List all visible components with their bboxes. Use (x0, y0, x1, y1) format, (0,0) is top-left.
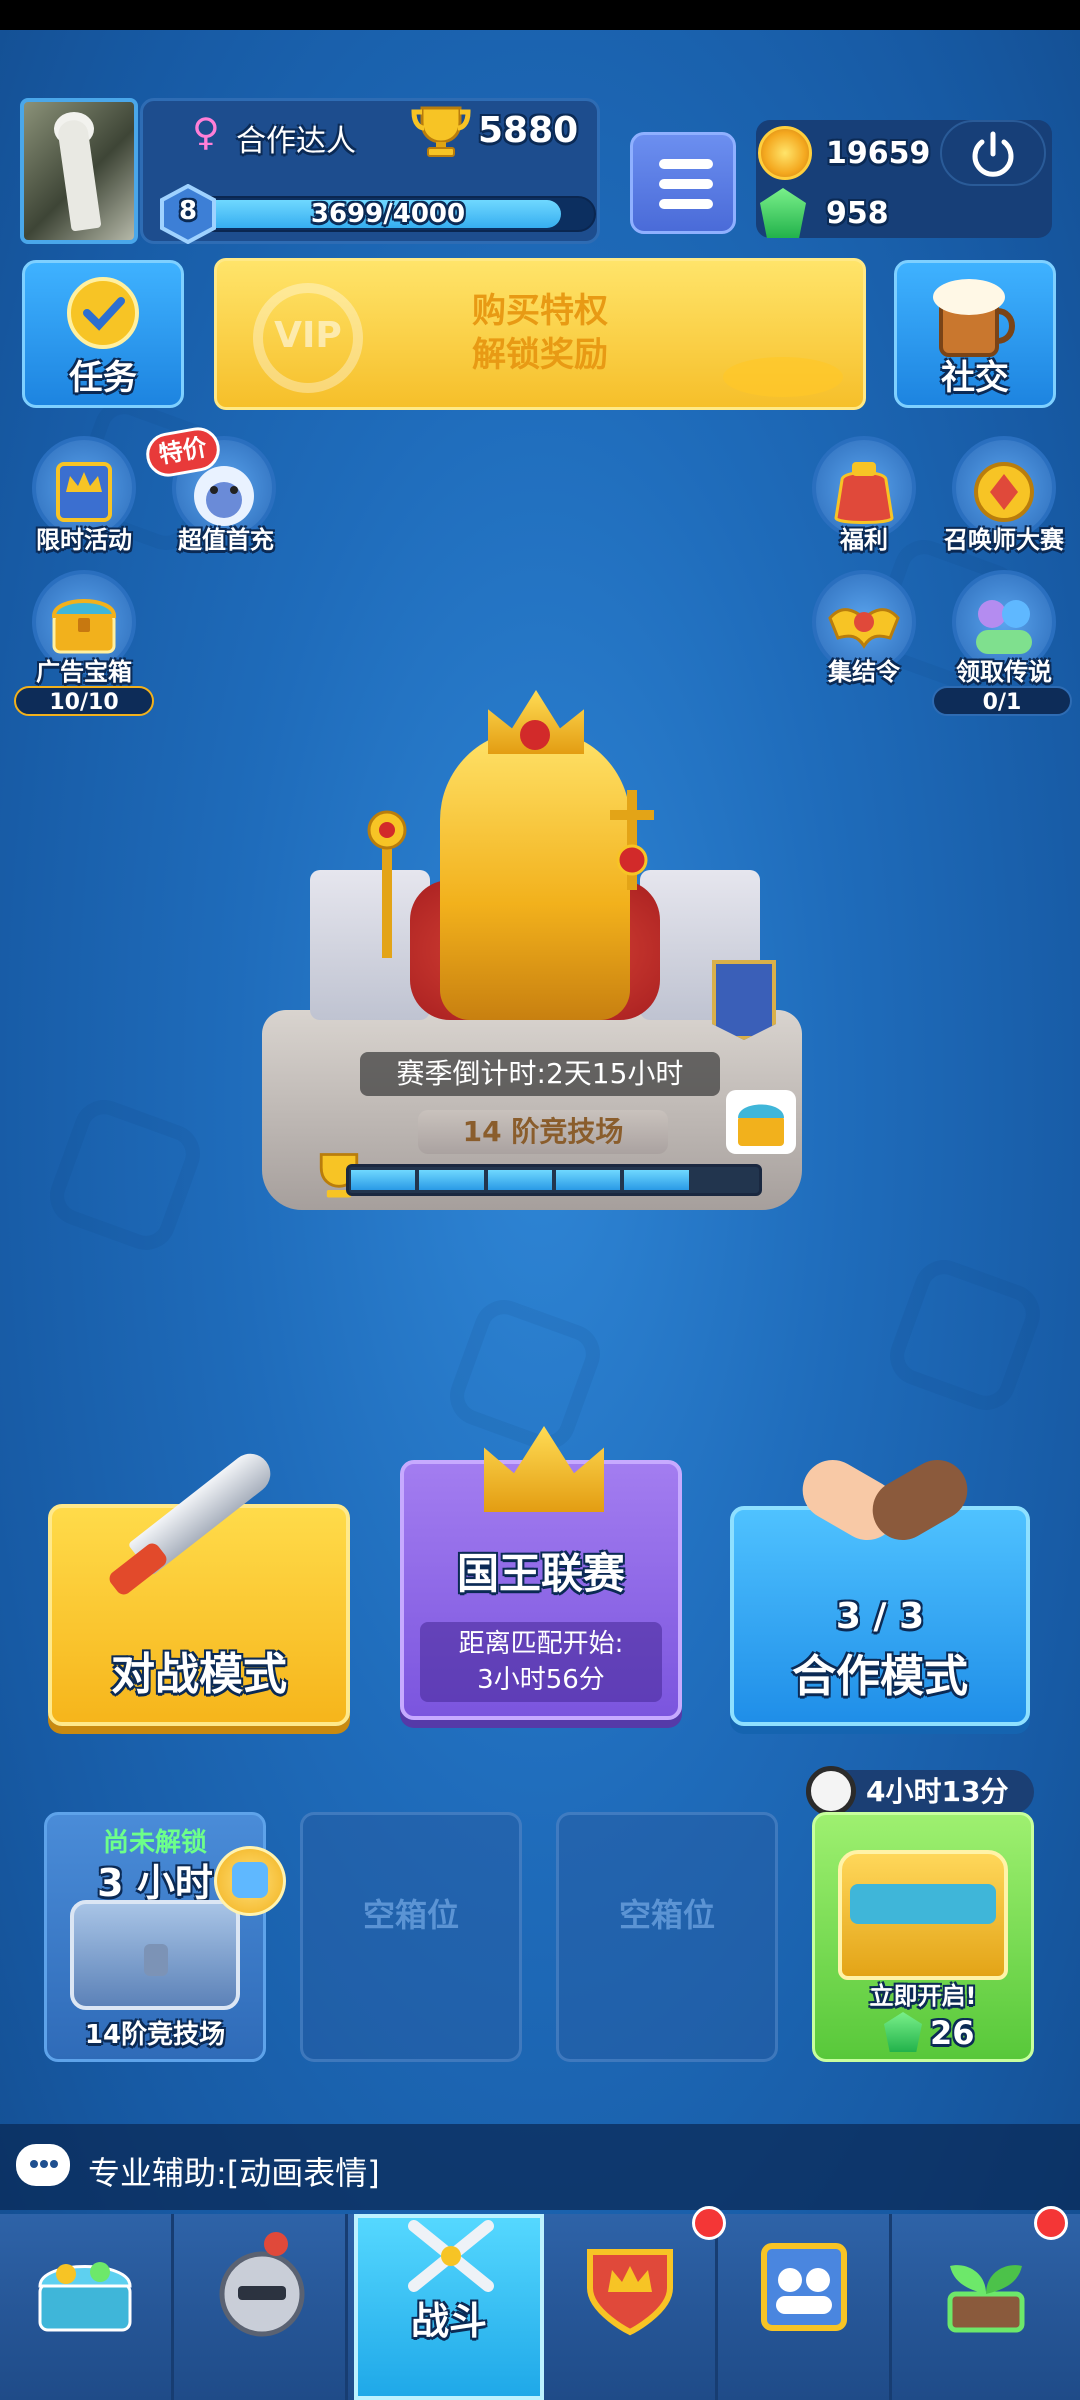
nav-battle-label: 战斗 (410, 2299, 487, 2343)
king-league-info-line2: 3小时56分 (477, 1665, 605, 1695)
arena-progress-segment (351, 1170, 416, 1190)
arena-banner-flag (712, 960, 776, 1040)
player-name: 合作达人 (236, 124, 356, 159)
arena-progress-bar (346, 1164, 762, 1196)
menu-line (659, 179, 713, 189)
claim-legend-counter: 0/1 (932, 686, 1072, 716)
nav-events[interactable] (892, 2214, 1080, 2400)
rally-label: 集结令 (828, 658, 900, 686)
coop-count: 3 / 3 (835, 1596, 925, 1637)
xp-bar: 3699/4000 (180, 196, 596, 232)
bg-pattern (881, 1251, 1049, 1419)
scepter-icon (367, 810, 407, 958)
power-button[interactable] (940, 120, 1046, 186)
tasks-label: 任务 (69, 358, 137, 398)
battle-mode-label: 对战模式 (111, 1649, 287, 1700)
player-avatar[interactable] (20, 98, 138, 244)
social-label: 社交 (941, 358, 1009, 398)
menu-line (659, 159, 713, 169)
nav-clan[interactable] (544, 2214, 718, 2400)
arena-name: 14 阶竞技场 (418, 1110, 668, 1154)
gem-amount: 958 (826, 196, 889, 231)
arena-reward-chest-icon[interactable] (726, 1090, 796, 1154)
king-league-title: 国王联赛 (456, 1549, 625, 1598)
season-countdown: 赛季倒计时:2天15小时 (360, 1052, 720, 1096)
events-notification-dot (1034, 2206, 1068, 2240)
arena-progress-segment (487, 1170, 552, 1190)
small-chest-icon (738, 1104, 784, 1146)
group-banner-icon (761, 2243, 847, 2331)
menu-line (659, 199, 713, 209)
chat-message: 专业辅助:[动画表情] (88, 2154, 380, 2192)
beer-mug-icon (933, 279, 1015, 357)
nav-cards[interactable] (174, 2214, 348, 2400)
power-icon (972, 131, 1014, 177)
bg-pattern (41, 1091, 209, 1259)
ad-chest-label: 广告宝箱 (36, 658, 132, 686)
first-recharge-label: 超值首充 (178, 526, 274, 554)
silver-chest-icon (70, 1900, 240, 2010)
chat-dot (40, 2160, 48, 2168)
vip-banner[interactable]: VIP 购买特权 解锁奖励 (214, 258, 866, 410)
empty-slot-label: 空箱位 (618, 1896, 715, 1934)
claim-legend-label: 领取传说 (956, 658, 1052, 686)
coop-mode-label: 合作模式 (792, 1651, 968, 1702)
tv-screen (232, 1862, 268, 1898)
chat-dot (50, 2160, 58, 2168)
knight-helmet-icon (219, 2232, 305, 2337)
ad-chest-counter: 10/10 (14, 686, 154, 716)
shop-chest-icon (38, 2262, 132, 2332)
female-icon: ♀ (192, 110, 220, 154)
limited-event-label: 限时活动 (36, 526, 132, 554)
summoner-tournament-label: 召唤师大赛 (944, 526, 1064, 554)
player-level: 8 (178, 196, 198, 226)
trophy-count: 5880 (478, 110, 579, 151)
arena-progress-segment (419, 1170, 484, 1190)
chat-dot (30, 2160, 38, 2168)
crown-shield-icon (587, 2249, 673, 2336)
chest-slot-3 (556, 1812, 778, 2062)
nav-shop[interactable] (0, 2214, 174, 2400)
king-league-info-line1: 距离匹配开始: (458, 1629, 624, 1659)
crossed-swords-icon (408, 2220, 494, 2292)
chest-band (850, 1884, 996, 1924)
xp-text: 3699/4000 (310, 199, 466, 229)
empty-slot-label: 空箱位 (362, 1896, 459, 1934)
welfare-label: 福利 (840, 526, 888, 554)
clock-icon (806, 1766, 856, 1816)
chest-lock (144, 1944, 168, 1976)
crown-jewel (520, 720, 550, 750)
gold-coin-icon (758, 126, 812, 180)
chest-arena-name: 14阶竞技场 (84, 2020, 226, 2050)
nav-social[interactable] (718, 2214, 892, 2400)
chest-slot-2 (300, 1812, 522, 2062)
main-menu-button[interactable] (630, 132, 736, 234)
vip-line1: 购买特权 (472, 291, 608, 331)
gold-amount: 19659 (826, 136, 931, 171)
arena-progress-segment (624, 1170, 689, 1190)
checkmark-badge-icon (67, 277, 139, 349)
trophy-icon (411, 106, 471, 157)
open-now-label: 立即开启! (869, 1982, 977, 2010)
open-cost: 26 (930, 2014, 975, 2052)
avatar-figure (56, 118, 102, 232)
bg-pattern (441, 1291, 609, 1459)
arena-progress-segment (556, 1170, 621, 1190)
coin-pile-icon (723, 357, 843, 397)
sprout-icon (947, 2265, 1025, 2333)
cross-scepter-icon (610, 790, 654, 890)
king-league-match-info: 距离匹配开始: 3小时56分 (420, 1622, 662, 1702)
